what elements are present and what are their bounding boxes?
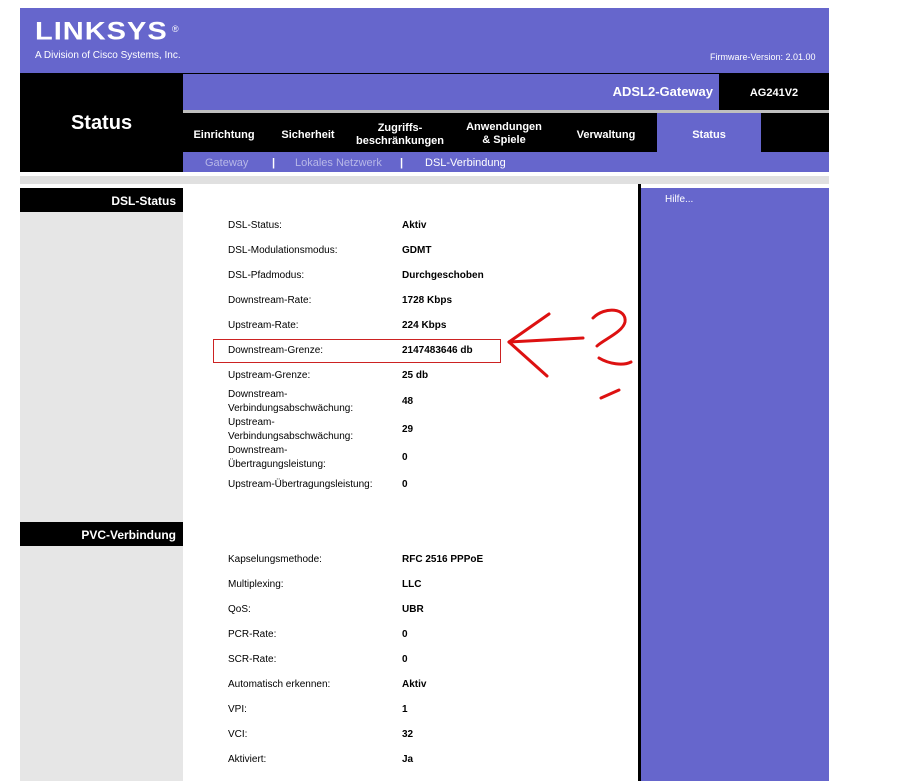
field-value: 29 bbox=[402, 424, 414, 435]
field-value: 0 bbox=[402, 452, 408, 463]
field-label: DSL-Pfadmodus: bbox=[228, 270, 305, 281]
hand-drawn-arrow-annotation bbox=[507, 308, 633, 400]
field-value: Ja bbox=[402, 754, 414, 765]
tab-label-line1: Zugriffs- bbox=[377, 122, 423, 134]
field-label-line1: Downstream- bbox=[228, 445, 288, 456]
field-value: 0 bbox=[402, 654, 408, 665]
section-title-dsl-status: DSL-Status bbox=[111, 194, 176, 208]
field-label: DSL-Status: bbox=[228, 220, 282, 231]
field-value: RFC 2516 PPPoE bbox=[402, 554, 484, 565]
model-name: AG241V2 bbox=[749, 87, 799, 99]
tab-einrichtung[interactable]: Einrichtung bbox=[188, 129, 260, 142]
field-label: Upstream-Übertragungsleistung: bbox=[228, 479, 373, 490]
field-label-line1: Upstream- bbox=[228, 417, 275, 428]
field-label-line2: Übertragungsleistung: bbox=[228, 459, 326, 470]
field-label: Downstream- Übertragungsleistung: bbox=[228, 444, 398, 472]
help-column bbox=[641, 188, 829, 781]
field-value: 25 db bbox=[402, 370, 429, 381]
subnav-gateway[interactable]: Gateway bbox=[205, 157, 248, 169]
tab-verwaltung[interactable]: Verwaltung bbox=[566, 129, 646, 142]
help-link[interactable]: Hilfe... bbox=[665, 194, 693, 205]
field-value: UBR bbox=[402, 604, 424, 615]
field-label: Automatisch erkennen: bbox=[228, 679, 331, 690]
product-name: ADSL2-Gateway bbox=[612, 84, 713, 99]
page-title: Status bbox=[70, 112, 133, 134]
field-label: Downstream-Rate: bbox=[228, 295, 312, 306]
sub-navigation bbox=[183, 152, 829, 172]
field-label: Upstream-Rate: bbox=[228, 320, 299, 331]
subnav-lokales-netzwerk[interactable]: Lokales Netzwerk bbox=[295, 157, 382, 169]
tab-zugriffsbeschraenkungen[interactable]: Zugriffs- beschränkungen bbox=[350, 122, 450, 148]
registered-mark: ® bbox=[172, 24, 179, 34]
subnav-separator: | bbox=[400, 157, 404, 169]
field-value: LLC bbox=[402, 579, 422, 590]
tab-anwendungen-spiele[interactable]: Anwendungen & Spiele bbox=[457, 121, 551, 147]
field-value: Aktiv bbox=[402, 679, 427, 690]
left-column bbox=[20, 188, 183, 781]
field-label: VPI: bbox=[228, 704, 247, 715]
tab-sicherheit[interactable]: Sicherheit bbox=[275, 129, 341, 142]
field-label: Multiplexing: bbox=[228, 579, 284, 590]
field-label: Downstream- Verbindungsabschwächung: bbox=[228, 388, 398, 416]
field-value: 0 bbox=[402, 629, 408, 640]
field-value: 0 bbox=[402, 479, 408, 490]
tab-label-line1: Anwendungen bbox=[466, 121, 542, 133]
field-value: 48 bbox=[402, 396, 414, 407]
field-label: SCR-Rate: bbox=[228, 654, 277, 665]
firmware-version: Firmware-Version: 2.01.00 bbox=[710, 52, 816, 62]
logo-tagline: A Division of Cisco Systems, Inc. bbox=[35, 50, 181, 61]
subnav-dsl-verbindung[interactable]: DSL-Verbindung bbox=[425, 157, 506, 169]
field-label: Upstream-Grenze: bbox=[228, 370, 311, 381]
tab-status[interactable]: Status bbox=[657, 129, 761, 142]
field-value: Aktiv bbox=[402, 220, 427, 231]
field-label-line2: Verbindungsabschwächung: bbox=[228, 431, 354, 442]
section-title-pvc: PVC-Verbindung bbox=[81, 528, 176, 542]
field-label: QoS: bbox=[228, 604, 251, 615]
field-label: DSL-Modulationsmodus: bbox=[228, 245, 338, 256]
subnav-separator: | bbox=[272, 157, 276, 169]
highlight-box bbox=[213, 339, 501, 363]
field-value: 32 bbox=[402, 729, 414, 740]
field-value: 1 bbox=[402, 704, 408, 715]
field-label: Kapselungsmethode: bbox=[228, 554, 322, 565]
field-label: Aktiviert: bbox=[228, 754, 267, 765]
linksys-logo: LINKSYS bbox=[35, 18, 168, 46]
field-label: PCR-Rate: bbox=[228, 629, 277, 640]
tab-label-line2: & Spiele bbox=[482, 134, 526, 146]
field-label-line2: Verbindungsabschwächung: bbox=[228, 403, 354, 414]
field-label: Upstream- Verbindungsabschwächung: bbox=[228, 416, 398, 444]
field-value: 1728 Kbps bbox=[402, 295, 453, 306]
field-label-line1: Downstream- bbox=[228, 389, 288, 400]
tab-label-line2: beschränkungen bbox=[355, 135, 445, 147]
divider-strip bbox=[20, 176, 829, 184]
field-label: VCI: bbox=[228, 729, 248, 740]
field-value: GDMT bbox=[402, 245, 432, 256]
field-value: Durchgeschoben bbox=[402, 270, 484, 281]
field-value: 224 Kbps bbox=[402, 320, 447, 331]
